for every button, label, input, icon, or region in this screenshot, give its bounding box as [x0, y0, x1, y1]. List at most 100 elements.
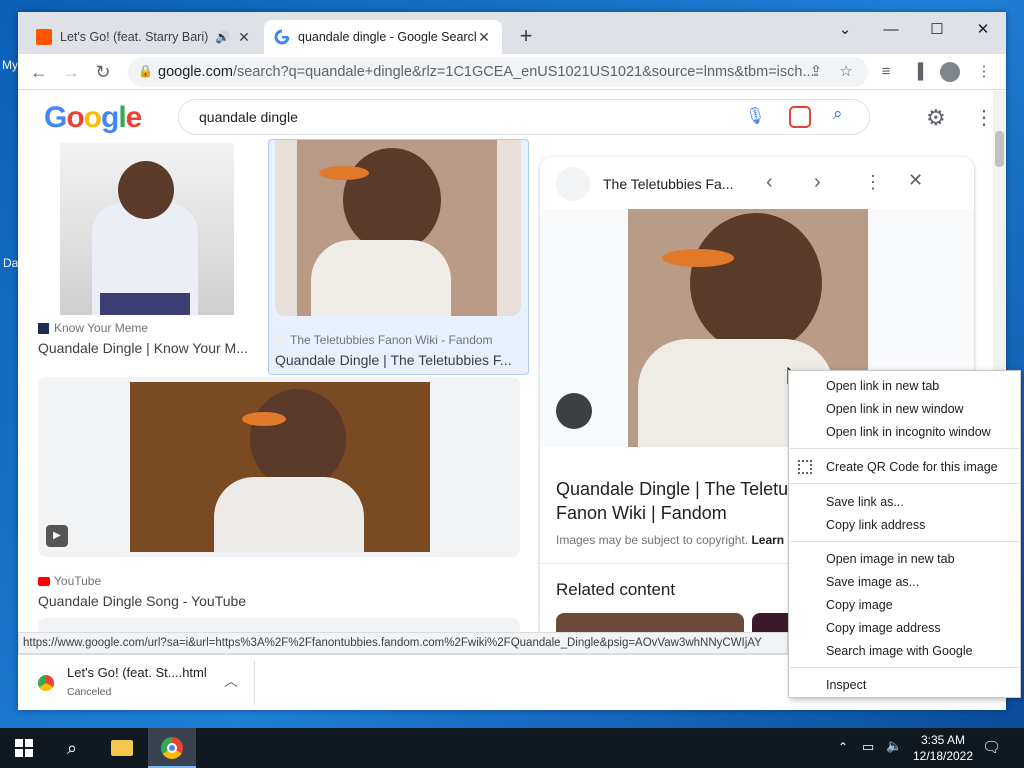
bookmark-star-icon[interactable]: ☆ [834, 60, 858, 84]
media-control-icon[interactable]: ≡ [874, 60, 898, 84]
result-source[interactable]: The Teletubbies Fanon Wiki - Fandom [275, 333, 493, 347]
tab-title: Let's Go! (feat. Starry Bari) pr [60, 30, 210, 44]
youtube-icon [38, 576, 50, 586]
url-path: /search?q=quandale+dingle&rlz=1C1GCEA_en… [232, 64, 815, 80]
scrollbar-thumb[interactable] [995, 131, 1004, 167]
clock-date: 12/18/2022 [912, 749, 974, 763]
result-title[interactable]: Quandale Dingle | The Teletubbies F... [275, 352, 521, 368]
google-logo[interactable]: Google [44, 101, 142, 135]
menu-copy-image-address[interactable]: Copy image address [789, 617, 1020, 639]
result-title[interactable]: Quandale Dingle Song - YouTube [38, 593, 520, 609]
menu-copy-image[interactable]: Copy image [789, 594, 1020, 616]
menu-save-image-as[interactable]: Save image as... [789, 571, 1020, 593]
copyright-text: Images may be subject to copyright. [556, 533, 749, 547]
result-thumbnail[interactable]: ▶ [38, 377, 520, 557]
microphone-icon[interactable]: 🎙 [745, 106, 765, 126]
menu-inspect[interactable]: Inspect [789, 674, 1020, 696]
show-hidden-icons-icon[interactable]: ⌃ [838, 740, 848, 754]
volume-icon[interactable]: 🔈 [886, 738, 902, 754]
new-tab-button[interactable]: + [514, 25, 538, 49]
minimize-button[interactable]: — [868, 16, 914, 44]
tab-google-search[interactable]: quandale dingle - Google Search ✕ [264, 20, 502, 54]
menu-save-link-as[interactable]: Save link as... [789, 491, 1020, 513]
lock-icon[interactable]: 🔒 [138, 64, 153, 78]
menu-create-qr-code[interactable]: Create QR Code for this image [789, 456, 1020, 478]
side-panel-icon[interactable]: ▐ [906, 60, 930, 84]
network-icon[interactable]: ▭ [862, 739, 874, 755]
result-thumbnail[interactable] [60, 143, 234, 315]
settings-gear-icon[interactable]: ⚙ [926, 105, 946, 131]
close-tab-icon[interactable]: ✕ [236, 29, 252, 46]
chrome-icon [38, 675, 54, 691]
share-icon[interactable]: ⇪ [804, 60, 828, 84]
fandom-icon [275, 335, 285, 345]
reload-icon[interactable]: ↻ [90, 59, 116, 85]
close-tab-icon[interactable]: ✕ [476, 29, 492, 46]
desktop-label[interactable]: My [2, 58, 18, 72]
related-content-heading: Related content [556, 580, 676, 599]
previous-icon[interactable]: ‹ [766, 171, 773, 194]
image-result-partial[interactable] [38, 618, 520, 632]
copyright-notice: Images may be subject to copyright. Lear… [556, 533, 784, 547]
result-source-name: Know Your Meme [54, 321, 149, 335]
download-filename[interactable]: Let's Go! (feat. St....html [67, 665, 207, 680]
image-result-selected[interactable]: The Teletubbies Fanon Wiki - Fandom Quan… [268, 139, 529, 375]
more-options-icon[interactable]: ⋮ [864, 172, 882, 193]
profile-icon[interactable] [938, 60, 962, 84]
search-input[interactable]: quandale dingle 🎙 ⌕ [178, 99, 870, 135]
menu-kebab-icon[interactable]: ⋮ [972, 60, 996, 84]
chevron-up-icon[interactable]: ︿ [224, 671, 238, 691]
tab-search-icon[interactable]: ⌄ [822, 16, 868, 44]
soundcloud-icon [36, 29, 52, 45]
file-explorer-icon[interactable] [98, 728, 146, 768]
result-thumbnail[interactable] [275, 140, 521, 316]
menu-separator [790, 541, 1019, 542]
browser-toolbar: ← → ↻ 🔒 google.com/search?q=quandale+din… [18, 54, 1006, 90]
notification-icon[interactable]: 🗨 [982, 738, 1001, 756]
tab-strip: Let's Go! (feat. Starry Bari) pr 🔊 ✕ qua… [18, 12, 1006, 54]
panel-title-line2[interactable]: Fanon Wiki | Fandom [556, 503, 727, 524]
menu-separator [790, 667, 1019, 668]
windows-start-icon[interactable] [0, 728, 48, 768]
close-window-button[interactable]: ✕ [960, 16, 1006, 44]
system-clock[interactable]: 3:35 AM 12/18/2022 [912, 732, 974, 764]
address-bar[interactable]: 🔒 google.com/search?q=quandale+dingle&rl… [128, 57, 868, 87]
context-menu: Open link in new tab Open link in new wi… [788, 370, 1021, 698]
image-result[interactable]: Know Your Meme Quandale Dingle | Know Yo… [38, 143, 256, 365]
play-icon: ▶ [46, 525, 68, 547]
forward-icon[interactable]: → [58, 59, 84, 85]
speaker-icon[interactable]: 🔊 [215, 30, 230, 44]
learn-more-link[interactable]: Learn [751, 533, 784, 547]
chrome-taskbar-icon[interactable] [148, 728, 196, 768]
apps-grid-icon[interactable]: ⋮ [974, 105, 994, 130]
panel-site-name[interactable]: The Teletubbies Fa... [603, 176, 733, 192]
camera-lens-icon[interactable] [789, 106, 811, 128]
download-status: Canceled [67, 686, 112, 698]
menu-open-image-new-tab[interactable]: Open image in new tab [789, 548, 1020, 570]
menu-separator [790, 483, 1019, 484]
url-host: google.com [158, 64, 233, 80]
close-panel-icon[interactable]: ✕ [908, 170, 923, 191]
menu-open-link-incognito[interactable]: Open link in incognito window [789, 421, 1020, 443]
menu-copy-link-address[interactable]: Copy link address [789, 514, 1020, 536]
qr-code-icon [798, 460, 812, 474]
result-source[interactable]: Know Your Meme [38, 321, 148, 335]
search-icon[interactable]: ⌕ [48, 728, 96, 768]
google-icon [274, 29, 290, 45]
next-icon[interactable]: › [814, 171, 821, 194]
taskbar: ⌕ ⌃ ▭ 🔈 3:35 AM 12/18/2022 🗨 [0, 728, 1024, 768]
back-icon[interactable]: ← [26, 59, 52, 85]
tab-soundcloud[interactable]: Let's Go! (feat. Starry Bari) pr 🔊 ✕ [26, 20, 262, 54]
result-title[interactable]: Quandale Dingle | Know Your M... [38, 340, 256, 356]
maximize-button[interactable]: ☐ [914, 16, 960, 44]
tab-title: quandale dingle - Google Search [298, 30, 476, 44]
search-icon[interactable]: ⌕ [833, 104, 843, 124]
image-result[interactable]: ▶ YouTube Quandale Dingle Song - YouTube [38, 377, 520, 609]
result-source[interactable]: YouTube [38, 574, 101, 588]
desktop-label[interactable]: Da [3, 256, 18, 270]
lens-search-icon[interactable] [556, 393, 592, 429]
menu-open-link-new-tab[interactable]: Open link in new tab [789, 375, 1020, 397]
menu-open-link-new-window[interactable]: Open link in new window [789, 398, 1020, 420]
panel-title[interactable]: Quandale Dingle | The Teletub [556, 479, 798, 500]
menu-search-image-google[interactable]: Search image with Google [789, 640, 1020, 662]
